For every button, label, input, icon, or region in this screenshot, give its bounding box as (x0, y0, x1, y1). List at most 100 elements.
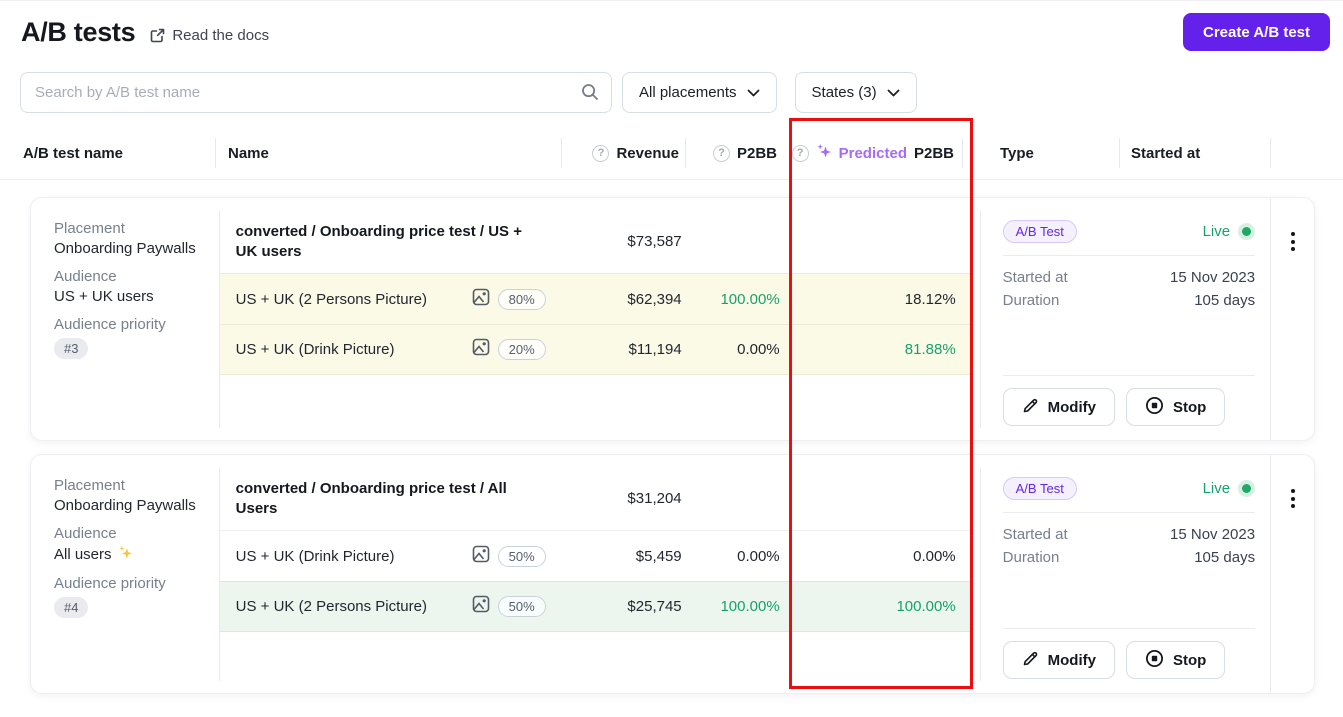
search-icon (580, 82, 600, 107)
priority-badge: #4 (54, 597, 89, 618)
image-icon (471, 544, 491, 569)
variant-revenue: $11,194 (628, 341, 682, 358)
page-header: A/B tests Read the docs Create A/B test (0, 1, 1343, 51)
sparkle-icon (816, 143, 832, 163)
test-main-row: converted / Onboarding price test / All … (220, 467, 973, 530)
placement-label: Placement (54, 220, 125, 237)
test-revenue: $31,204 (627, 490, 682, 507)
image-icon (471, 287, 491, 312)
states-filter-dropdown[interactable]: States (3) (794, 72, 917, 113)
variant-row: US + UK (2 Persons Picture) 80% $62,394 (219, 273, 973, 324)
variant-rows: converted / Onboarding price test / US +… (219, 198, 973, 440)
started-at-value: 15 Nov 2023 (1170, 526, 1256, 543)
search-box (20, 72, 612, 113)
traffic-weight-badge: 50% (497, 596, 546, 617)
variant-rows: converted / Onboarding price test / All … (219, 455, 973, 693)
test-name: converted / Onboarding price test / All … (235, 479, 507, 517)
variant-p2bb: 0.00% (737, 547, 780, 565)
image-icon (471, 594, 491, 619)
duration-value: 105 days (1194, 292, 1256, 309)
variant-row: US + UK (Drink Picture) 50% $5,459 0.00%… (219, 530, 973, 581)
variant-predicted-p2bb: 81.88% (904, 341, 956, 358)
variant-name: US + UK (2 Persons Picture) (235, 598, 427, 615)
variant-name: US + UK (Drink Picture) (235, 547, 395, 565)
modify-button[interactable]: Modify (1002, 388, 1115, 426)
live-status-dot-icon (1238, 223, 1256, 240)
chevron-down-icon (747, 84, 760, 101)
placement-value: Onboarding Paywalls (54, 497, 196, 514)
started-at-label: Started at (1002, 526, 1068, 543)
test-status-panel: A/B Test Live Started at 15 Nov 2023 Dura… (981, 198, 1270, 440)
started-at-label: Started at (1002, 269, 1068, 286)
states-filter-label: States (3) (811, 84, 877, 101)
test-type-badge: A/B Test (1002, 220, 1077, 243)
column-header-revenue: ? Revenue (562, 144, 685, 162)
read-the-docs-link[interactable]: Read the docs (149, 27, 269, 44)
test-main-row: converted / Onboarding price test / US +… (220, 210, 973, 273)
stop-icon (1145, 649, 1164, 672)
audience-value: US + UK users (54, 288, 154, 305)
help-icon[interactable]: ? (712, 144, 730, 162)
duration-label: Duration (1002, 549, 1060, 566)
variant-p2bb: 0.00% (737, 341, 780, 358)
pencil-icon (1022, 397, 1039, 418)
kebab-menu-icon[interactable] (1290, 198, 1295, 258)
table-header-row: A/B test name Name ? Revenue ? P2BB ? Pr… (0, 137, 1343, 169)
test-revenue: $73,587 (627, 233, 682, 250)
variant-revenue: $5,459 (635, 547, 682, 565)
filter-bar: All placements States (3) (20, 72, 1323, 113)
chevron-down-icon (887, 84, 900, 101)
variant-predicted-p2bb: 0.00% (913, 547, 956, 565)
image-icon (471, 337, 491, 362)
stop-button[interactable]: Stop (1125, 388, 1226, 426)
variant-predicted-p2bb: 18.12% (904, 290, 956, 308)
read-the-docs-label: Read the docs (172, 26, 270, 44)
create-ab-test-button[interactable]: Create A/B test (1183, 13, 1330, 51)
status-badge: Live (1203, 223, 1256, 240)
placement-label: Placement (54, 477, 125, 494)
help-icon[interactable]: ? (791, 144, 809, 162)
ab-test-card: Placement Onboarding Paywalls Audience U… (30, 197, 1315, 441)
column-header-type: Type (1000, 144, 1034, 162)
column-header-name: Name (228, 144, 269, 162)
help-icon[interactable]: ? (592, 144, 610, 162)
external-link-icon (149, 27, 166, 44)
ab-tests-page: A/B tests Read the docs Create A/B test (0, 0, 1343, 717)
placement-value: Onboarding Paywalls (54, 240, 196, 257)
placements-filter-dropdown[interactable]: All placements (622, 72, 777, 113)
test-name: converted / Onboarding price test / US +… (235, 222, 522, 260)
audience-label: Audience (54, 268, 117, 285)
audience-priority-label: Audience priority (54, 575, 166, 592)
traffic-weight-badge: 50% (497, 545, 546, 567)
variant-row: US + UK (2 Persons Picture) 50% $25,745 (219, 581, 973, 632)
traffic-weight-badge: 20% (497, 339, 546, 360)
variant-name: US + UK (Drink Picture) (235, 341, 395, 358)
column-header-p2bb: ? P2BB (686, 144, 789, 162)
variant-predicted-p2bb: 100.00% (896, 598, 956, 615)
column-header-ab-test-name: A/B test name (23, 144, 124, 162)
column-header-predicted-p2bb: ? Predicted P2BB (789, 143, 962, 163)
variant-p2bb: 100.00% (720, 290, 780, 308)
column-header-started-at: Started at (1131, 144, 1201, 162)
audience-value: All users (54, 546, 112, 563)
modify-button[interactable]: Modify (1002, 641, 1115, 679)
audience-priority-label: Audience priority (54, 316, 166, 333)
status-badge: Live (1203, 480, 1256, 497)
variant-revenue: $62,394 (627, 290, 682, 308)
priority-badge: #3 (54, 338, 89, 359)
variant-revenue: $25,745 (627, 598, 682, 615)
duration-label: Duration (1002, 292, 1060, 309)
variant-name: US + UK (2 Persons Picture) (235, 290, 427, 308)
audience-label: Audience (54, 525, 117, 542)
traffic-weight-badge: 80% (497, 288, 546, 310)
variant-row: US + UK (Drink Picture) 20% $11,194 0.00… (219, 324, 973, 375)
live-status-dot-icon (1238, 480, 1256, 497)
test-info-panel: Placement Onboarding Paywalls Audience A… (31, 455, 219, 693)
stop-icon (1145, 396, 1164, 419)
test-status-panel: A/B Test Live Started at 15 Nov 2023 Dura… (981, 455, 1270, 693)
kebab-menu-icon[interactable] (1290, 455, 1295, 515)
stop-button[interactable]: Stop (1125, 641, 1226, 679)
search-input[interactable] (20, 72, 612, 113)
sparkle-icon (118, 545, 133, 564)
variant-p2bb: 100.00% (720, 598, 780, 615)
